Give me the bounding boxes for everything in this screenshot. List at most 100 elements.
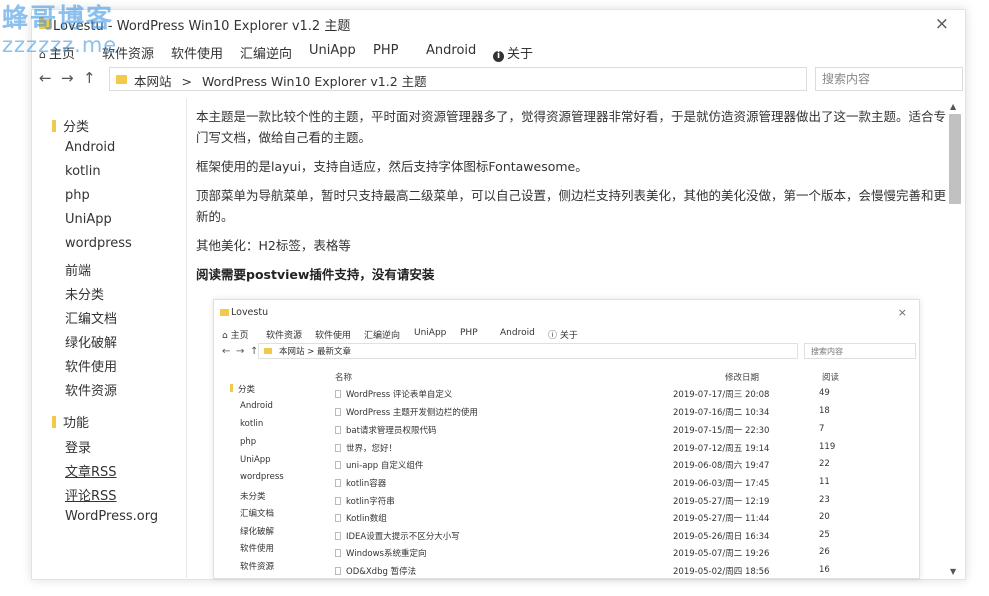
search-input[interactable] [815, 67, 963, 91]
sidebar-item-software-resources[interactable]: 软件资源 [65, 380, 117, 399]
menu-item-home[interactable]: ⌂ 主页 [39, 43, 75, 62]
address-bar[interactable]: 本网站 > WordPress Win10 Explorer v1.2 主题 [109, 67, 807, 91]
file-row-date: 2019-07-15/周一 22:30 [673, 426, 770, 436]
article-note: 阅读需要postview插件支持，没有请安装 [196, 267, 435, 282]
menu-item-android[interactable]: Android [426, 43, 476, 58]
sidebar-item-wordpress[interactable]: wordpress [65, 236, 132, 251]
file-row-reads: 16 [819, 565, 830, 575]
sidebar-group-functions[interactable]: 功能 [52, 412, 89, 431]
file-row-date: 2019-05-27/周一 12:19 [673, 497, 770, 507]
sidebar-item-cracks[interactable]: 绿化破解 [65, 332, 117, 351]
sidebar-item-posts-rss[interactable]: 文章RSS [65, 461, 117, 480]
scroll-up-arrow-icon[interactable]: ▲ [950, 102, 956, 111]
screenshot-menu-item: PHP [460, 328, 478, 338]
file-icon [335, 461, 341, 469]
sidebar-item-assembly-docs[interactable]: 汇编文档 [65, 308, 117, 327]
vertical-scrollbar[interactable]: ▲ ▼ [946, 98, 965, 578]
screenshot-breadcrumb: 本网站 > 最新文章 [279, 347, 352, 357]
menu-item-about[interactable]: i 关于 [493, 43, 533, 62]
sidebar-group-categories[interactable]: 分类 [52, 116, 89, 135]
sidebar-item-comments-rss[interactable]: 评论RSS [65, 485, 117, 504]
screenshot-title: Lovestu [231, 307, 269, 318]
sidebar-item-wordpress-org[interactable]: WordPress.org [65, 509, 158, 524]
screenshot-menu-item: Android [500, 328, 535, 338]
menu-item-software-usage[interactable]: 软件使用 [171, 43, 223, 62]
file-row-date: 2019-07-12/周五 19:14 [673, 444, 770, 454]
screenshot-sidebar-item: 未分类 [240, 492, 266, 502]
sidebar-item-android[interactable]: Android [65, 140, 115, 155]
file-row-name: kotlin容器 [335, 477, 386, 489]
screenshot-sidebar-item: 汇编文档 [240, 509, 275, 519]
file-row-name: kotlin字符串 [335, 495, 395, 507]
file-row-reads: 11 [819, 477, 830, 487]
screenshot-menu-item: 软件资源 [266, 331, 303, 341]
file-row-name: WordPress 主题开发侧边栏的使用 [335, 406, 478, 418]
screenshot-sidebar-item: wordpress [240, 472, 284, 482]
folder-icon [230, 384, 233, 392]
screenshot-sidebar-group: 分类 [230, 383, 255, 395]
file-icon [335, 426, 341, 434]
folder-icon [116, 75, 127, 84]
sidebar-item-uniapp[interactable]: UniApp [65, 212, 112, 227]
screenshot-sidebar-item: UniApp [240, 455, 271, 465]
breadcrumb-item-home[interactable]: 本网站 [134, 74, 172, 89]
screenshot-menu-home: ⌂ 主页 [222, 331, 249, 341]
file-icon [335, 567, 341, 575]
forward-icon: → [236, 346, 245, 357]
article-paragraph: 顶部菜单为导航菜单，暂时只支持最高二级菜单，可以自己设置，侧边栏支持列表美化，其… [196, 188, 947, 224]
sidebar-item-login[interactable]: 登录 [65, 437, 91, 456]
screenshot-sidebar-item: Android [240, 401, 273, 411]
column-header-reads: 阅读 [822, 373, 840, 383]
sidebar-item-software-usage[interactable]: 软件使用 [65, 356, 117, 375]
file-row-reads: 7 [819, 424, 825, 434]
file-icon [335, 390, 341, 398]
close-button[interactable]: × [935, 16, 949, 33]
sidebar-item-kotlin[interactable]: kotlin [65, 164, 101, 179]
file-row-date: 2019-05-27/周一 11:44 [673, 514, 770, 524]
file-row-name: Windows系统重定向 [335, 547, 426, 559]
file-row-date: 2019-05-02/周四 18:56 [673, 567, 770, 577]
breadcrumb-item-current: WordPress Win10 Explorer v1.2 主题 [202, 74, 427, 89]
scroll-down-arrow-icon[interactable]: ▼ [950, 567, 956, 576]
navigation-bar: ← → ↑ 本网站 > WordPress Win10 Explorer v1.2 … [32, 66, 965, 92]
file-icon [335, 514, 341, 522]
article-paragraph: 本主题是一款比较个性的主题，平时面对资源管理器多了，觉得资源管理器非常好看，于是… [196, 109, 947, 145]
title-bar: Lovestu - WordPress Win10 Explorer v1.2 … [32, 10, 965, 38]
file-row-name: bat请求管理员权限代码 [335, 424, 436, 436]
back-button[interactable]: ← [39, 69, 52, 87]
file-icon [335, 532, 341, 540]
screenshot-sidebar-item: 软件资源 [240, 562, 275, 572]
file-row-date: 2019-07-17/周三 20:08 [673, 390, 770, 400]
article-paragraph: 其他美化：H2标签，表格等 [196, 238, 351, 253]
file-row-name: 世界，您好！ [335, 442, 397, 454]
home-icon: ⌂ [222, 331, 231, 341]
sidebar-item-uncategorized[interactable]: 未分类 [65, 284, 104, 303]
scroll-thumb[interactable] [949, 114, 961, 204]
screenshot-menu-item: 软件使用 [315, 331, 352, 341]
file-row-name: WordPress 评论表单自定义 [335, 388, 452, 400]
forward-button[interactable]: → [61, 69, 74, 87]
file-row-reads: 22 [819, 459, 830, 469]
article-content: 本主题是一款比较个性的主题，平时面对资源管理器多了，觉得资源管理器非常好看，于是… [196, 106, 948, 293]
screenshot-sidebar-group: 功能 [230, 577, 255, 578]
screenshot-sidebar-item: kotlin [240, 419, 264, 429]
file-row-name: IDEA设置大提示不区分大小写 [335, 530, 460, 542]
sidebar-item-php[interactable]: php [65, 188, 90, 203]
folder-icon [220, 309, 229, 316]
sidebar-item-frontend[interactable]: 前端 [65, 260, 91, 279]
top-menu: ⌂ 主页 软件资源 软件使用 汇编逆向 UniApp PHP Android i关… [32, 41, 965, 63]
column-header-name: 名称 [335, 373, 353, 383]
menu-item-assembly[interactable]: 汇编逆向 [240, 43, 292, 62]
menu-item-php[interactable]: PHP [373, 43, 398, 58]
menu-item-software-resources[interactable]: 软件资源 [102, 43, 154, 62]
sidebar-divider [186, 98, 187, 578]
up-button[interactable]: ↑ [83, 69, 96, 87]
folder-icon [52, 416, 56, 428]
article-screenshot: Lovestu × ⌂ 主页 软件资源 软件使用 汇编逆向 UniApp PHP… [213, 299, 920, 579]
screenshot-sidebar-item: 软件使用 [240, 544, 275, 554]
back-icon: ← [222, 346, 231, 357]
file-row-date: 2019-06-08/周六 19:47 [673, 461, 770, 471]
close-icon: × [897, 306, 907, 319]
menu-item-uniapp[interactable]: UniApp [309, 43, 356, 58]
article-paragraph: 框架使用的是layui，支持自适应，然后支持字体图标Fontawesome。 [196, 159, 588, 174]
